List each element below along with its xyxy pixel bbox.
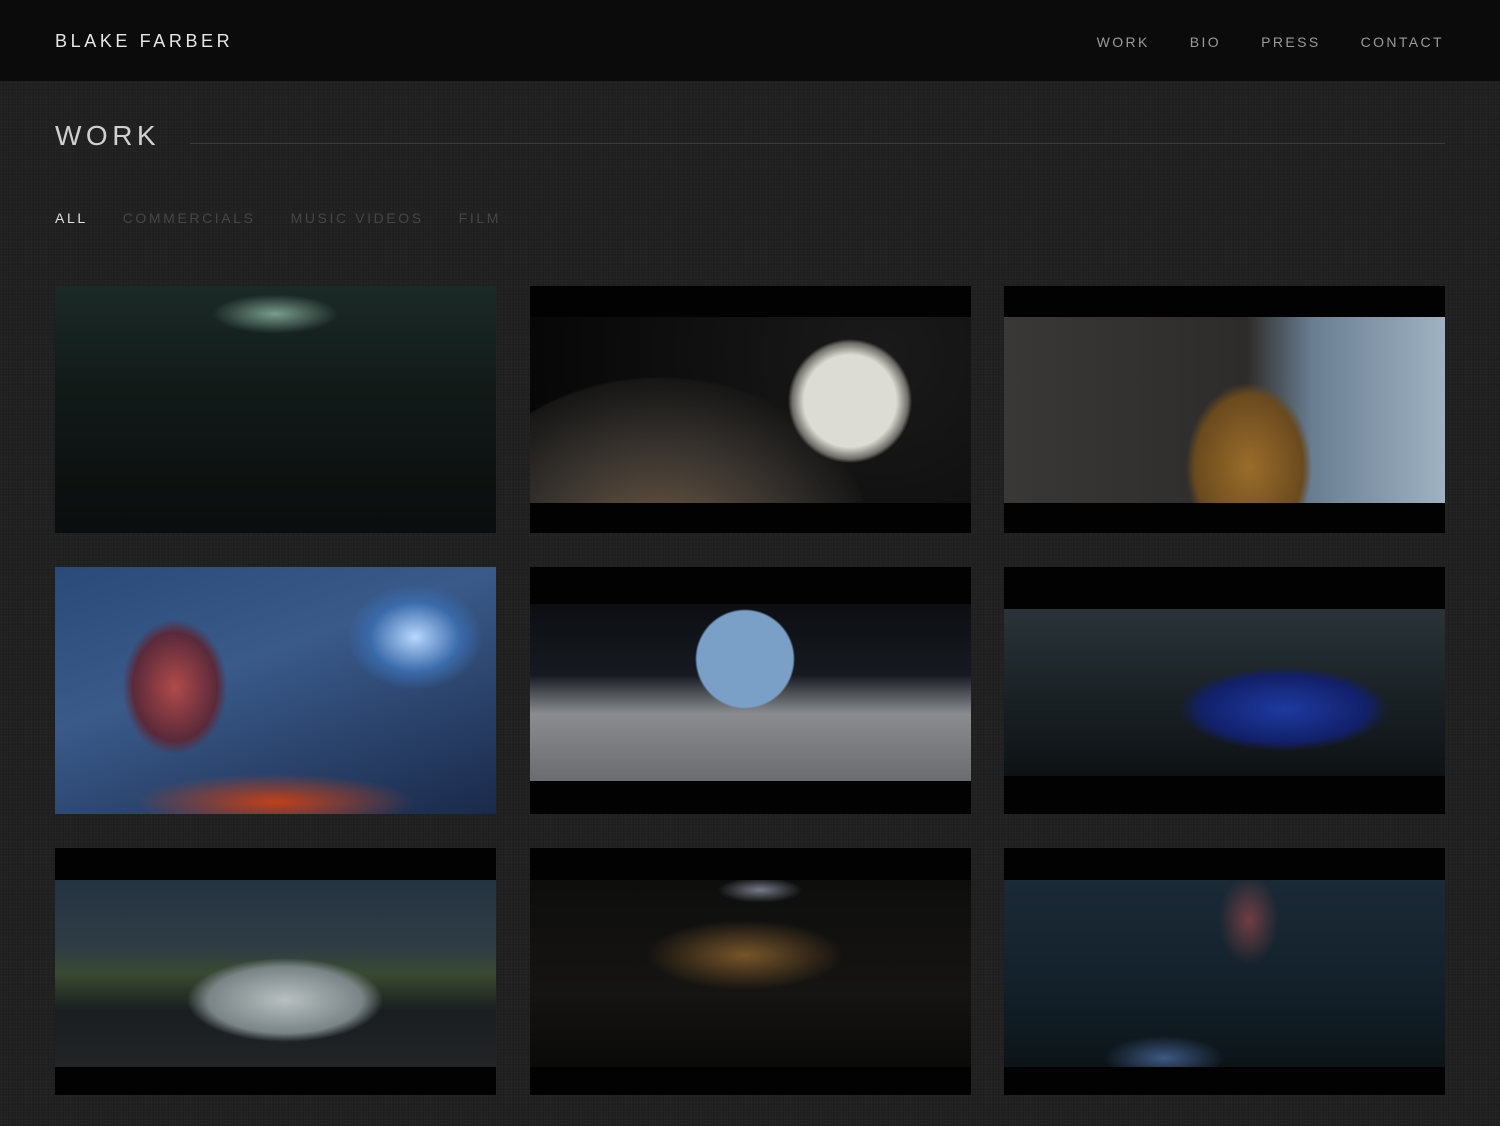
- filter-all[interactable]: ALL: [55, 210, 88, 226]
- work-thumbnail-astronaut[interactable]: [530, 567, 971, 814]
- video-thumbnail: [55, 286, 496, 533]
- title-divider: [190, 143, 1445, 144]
- work-thumbnail-alley[interactable]: [1004, 848, 1445, 1095]
- filter-music-videos[interactable]: MUSIC VIDEOS: [291, 210, 424, 226]
- work-thumbnail-earth-ball[interactable]: [530, 286, 971, 533]
- video-thumbnail: [530, 880, 971, 1067]
- work-thumbnail-white-suv[interactable]: [55, 848, 496, 1095]
- work-thumbnail-blue-car[interactable]: [1004, 567, 1445, 814]
- site-brand[interactable]: BLAKE FARBER: [55, 31, 233, 52]
- work-thumbnail-elevator[interactable]: [55, 286, 496, 533]
- nav-contact[interactable]: CONTACT: [1361, 34, 1444, 50]
- category-filters: ALL COMMERCIALS MUSIC VIDEOS FILM: [55, 210, 501, 226]
- work-thumbnail-cliff[interactable]: [1004, 286, 1445, 533]
- nav-bio[interactable]: BIO: [1190, 34, 1221, 50]
- nav-press[interactable]: PRESS: [1261, 34, 1320, 50]
- video-thumbnail: [1004, 317, 1445, 503]
- work-thumbnail-game-robot[interactable]: [55, 567, 496, 814]
- page-title: WORK: [55, 120, 161, 151]
- top-navigation-bar: BLAKE FARBER WORK BIO PRESS CONTACT: [0, 0, 1500, 81]
- filter-commercials[interactable]: COMMERCIALS: [123, 210, 256, 226]
- filter-film[interactable]: FILM: [459, 210, 501, 226]
- video-thumbnail: [55, 567, 496, 814]
- nav-work[interactable]: WORK: [1097, 34, 1150, 50]
- video-thumbnail: [530, 317, 971, 503]
- video-thumbnail: [530, 604, 971, 781]
- work-thumbnail-boxing-ring[interactable]: [530, 848, 971, 1095]
- video-thumbnail: [1004, 880, 1445, 1067]
- video-thumbnail: [55, 880, 496, 1067]
- video-thumbnail: [1004, 609, 1445, 776]
- main-nav: WORK BIO PRESS CONTACT: [1097, 34, 1444, 50]
